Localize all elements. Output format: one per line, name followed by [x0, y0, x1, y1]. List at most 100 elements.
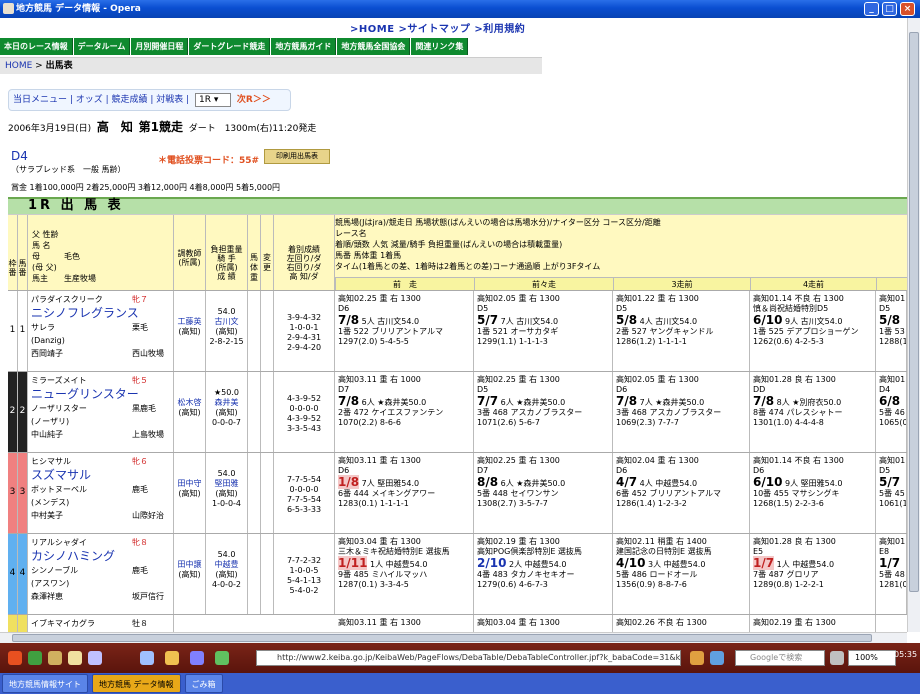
jockey-name[interactable]: 中越豊 [206, 560, 247, 570]
table-row: 4 4 リアルシャダイ 牝８ カシノハミング シンノーブル 鹿毛 (アスワン) 森澤祥恵 坂戸信行… [8, 533, 907, 615]
nav-association[interactable]: 地方競馬全国協会 [337, 38, 411, 55]
bodyweight-cell [248, 291, 261, 372]
past-race-meta[interactable]: 高知03.04 重 右 1300 [338, 537, 470, 547]
nav-dirtgrade[interactable]: ダートグレード競走 [189, 38, 271, 55]
address-bar[interactable]: http://www2.keiba.go.jp/KeibaWeb/PageFlo… [256, 650, 681, 666]
task-item[interactable]: 地方競馬情報サイト [2, 674, 88, 693]
past-race-meta[interactable]: 高知02.26 不良 右 1300 [616, 618, 746, 628]
search-input[interactable]: Googleで検索 [735, 650, 825, 666]
past-race-meta[interactable]: 高知02.04 重 右 1300 [616, 456, 746, 466]
past-race-meta[interactable]: 高知02.19 重 右 1300 [477, 537, 609, 547]
past-race-meta[interactable]: 高知01.22 重 右 1300 [616, 294, 746, 304]
past-race-meta[interactable]: 高知02.19 重 右 1300 [753, 618, 872, 628]
nav-dataroom[interactable]: データルーム [73, 38, 131, 55]
jockey-loc: (高知) [215, 489, 238, 498]
horse-dam-line: ボットヌーベル 鹿毛 [31, 483, 170, 496]
past-race-meta[interactable]: 高知02.25 重 右 1300 [477, 375, 609, 385]
past-race-meta[interactable]: 高知01.14 不良 右 1300 [753, 456, 872, 466]
trainer-name[interactable]: 工藤英 [174, 317, 205, 327]
minimize-button[interactable]: _ [864, 2, 879, 16]
horse-dam-line: シンノーブル 鹿毛 [31, 564, 170, 577]
trainer-name[interactable]: 松木啓 [174, 398, 205, 408]
past-race-meta[interactable]: 高知03.11 重 右 1000 [338, 375, 470, 385]
jockey-cell: ★50.0 森井美 (高知) 0-0-0-7 [206, 372, 248, 453]
header-trainer: 調教師 (所属) [174, 215, 206, 291]
window-titlebar: 地方競馬 データ情報 - Opera _ □ × [0, 0, 920, 18]
past-race-meta[interactable]: 高知03.11 重 右 1300 [338, 618, 470, 628]
feed-icon[interactable] [710, 651, 724, 665]
back-icon[interactable] [8, 651, 22, 665]
past-race-cell: 高知01 E8 1/7 5番 48 1281(0 [876, 534, 907, 615]
search-icon[interactable] [140, 651, 154, 665]
vertical-scrollbar[interactable] [907, 18, 920, 632]
trainer-name[interactable]: 田中守 [174, 479, 205, 489]
bodyweight-cell [248, 534, 261, 615]
past-race-partial: 1/7 [879, 556, 901, 570]
past-race-meta[interactable]: 高知01.28 良 右 1300 [753, 375, 872, 385]
maximize-button[interactable]: □ [882, 2, 897, 16]
menu-links[interactable]: 当日メニュー | オッズ | 競走成績 | 対戦表 | [13, 95, 189, 105]
past-race-position: 7/7 [477, 394, 499, 408]
past-race-meta[interactable]: 高知01.28 良 右 1300 [753, 537, 872, 547]
print-button[interactable]: 印刷用出馬表 [264, 149, 330, 164]
top-links[interactable]: >HOME >サイトマップ >利用規約 [350, 20, 525, 35]
nav-today[interactable]: 本日のレース情報 [0, 38, 73, 55]
horse-name[interactable]: ニューグリンスター [31, 387, 170, 402]
past-race-meta[interactable]: 高知01.14 不良 右 1300 [753, 294, 872, 304]
reload-icon[interactable] [48, 651, 62, 665]
task-item[interactable]: ごみ箱 [184, 674, 223, 693]
page-icon[interactable] [690, 651, 704, 665]
past-race-meta[interactable]: 高知02.11 稍重 右 1400 [616, 537, 746, 547]
scroll-thumb[interactable] [909, 32, 919, 592]
close-button[interactable]: × [900, 2, 915, 16]
header-record: 着別成績 左回り/ダ 右回り/ダ 高 知/ダ [274, 215, 335, 291]
bookmark-icon[interactable] [88, 651, 102, 665]
jockey-record: 2-8-2-15 [209, 337, 244, 346]
zoom-select[interactable]: 100% [848, 650, 896, 666]
past-race-meta[interactable]: 高知02.05 重 右 1300 [477, 294, 609, 304]
race-select[interactable]: 1R ▾ [195, 92, 232, 107]
horse-name[interactable]: スズマサル [31, 468, 170, 483]
past-race-meta[interactable]: 高知02.25 重 右 1300 [338, 294, 470, 304]
scroll-thumb[interactable] [12, 634, 872, 642]
header-horse: 父 性齢 馬 名 母 毛色 (母 父) 馬主 生産牧場 [28, 215, 174, 291]
zoom-icon[interactable] [830, 651, 844, 665]
table-header: 枠番 馬番 父 性齢 馬 名 母 毛色 (母 父) 馬主 生産牧場 調教師 (所… [8, 214, 907, 291]
jockey-name[interactable]: 堅田雅 [206, 479, 247, 489]
past-race-meta[interactable]: 高知03.04 重 右 1300 [477, 618, 609, 628]
horse-name[interactable]: ニシノフレグランス [31, 306, 170, 321]
notes-icon[interactable] [215, 651, 229, 665]
past-race-winner: 6番 452 ブリリアントアルマ [616, 489, 722, 498]
past-race-meta[interactable]: 高知02.05 重 右 1300 [616, 375, 746, 385]
trainer-loc: (高知) [178, 408, 201, 417]
nav-schedule[interactable]: 月別開催日程 [131, 38, 189, 55]
jockey-name[interactable]: 森井美 [206, 398, 247, 408]
nav-guide[interactable]: 地方競馬ガイド [271, 38, 337, 55]
breadcrumb-home[interactable]: HOME [5, 61, 32, 71]
past-race-meta[interactable]: 高知02.25 重 右 1300 [477, 456, 609, 466]
next-race-link[interactable]: 次R＞＞ [237, 95, 271, 105]
past-race-winner: 1番 522 ブリリアントアルマ [338, 327, 444, 336]
horse-owner-line: 中村美子 山際好治 [31, 509, 170, 522]
past-race-jockey: 4人 中越豊54.0 [639, 479, 698, 488]
horse-coat: 黒鹿毛 [132, 404, 156, 413]
past-race-cell: 高知02.19 重 右 1300 [750, 615, 876, 632]
jockey-name[interactable]: 古川文 [206, 317, 247, 327]
task-item[interactable]: 地方競馬 データ情報 [92, 674, 181, 693]
horse-sire: ミラーズメイト [31, 376, 87, 385]
past-race-position: 7/8 [753, 394, 775, 408]
forward-icon[interactable] [28, 651, 42, 665]
trainer-loc: (高知) [178, 327, 201, 336]
home-icon[interactable] [68, 651, 82, 665]
past-race-meta[interactable]: 高知03.11 重 右 1300 [338, 456, 470, 466]
horizontal-scrollbar[interactable] [0, 632, 907, 643]
horse-name[interactable]: カシノハミング [31, 549, 170, 564]
chat-icon[interactable] [190, 651, 204, 665]
past-race-result: 5/7 7人 古川文54.0 [477, 314, 609, 327]
record-line: 5-4-0-2 [289, 586, 319, 595]
trainer-name[interactable]: 田中譲 [174, 560, 205, 570]
race-grade: D4 [11, 149, 28, 163]
past-race-result: 7/7 6人 ★森井美50.0 [477, 395, 609, 408]
nav-links[interactable]: 関連リンク集 [411, 38, 469, 55]
mail-icon[interactable] [165, 651, 179, 665]
